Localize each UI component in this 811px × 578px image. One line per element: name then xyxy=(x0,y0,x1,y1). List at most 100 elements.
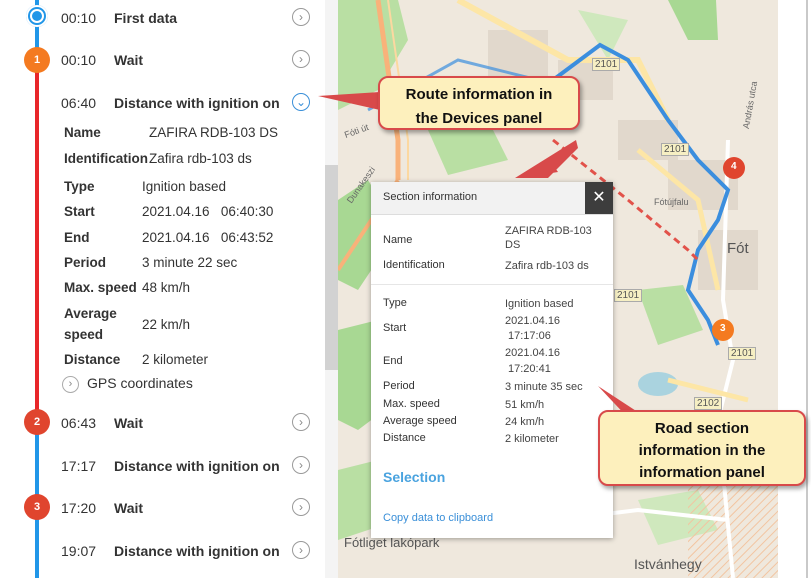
info-name-val: ZAFIRA RDB-103 DS xyxy=(505,225,592,251)
detail-period-key: Period xyxy=(64,255,107,270)
info-avg-val: 24 km/h xyxy=(505,416,545,428)
info-type-val: Ignition based xyxy=(505,298,574,310)
chevron-right-icon[interactable]: › xyxy=(292,541,310,559)
info-end-date: 2021.04.16 xyxy=(505,347,561,359)
chevron-right-icon[interactable]: › xyxy=(292,8,310,26)
panel-scrollbar-thumb[interactable] xyxy=(325,165,338,370)
detail-start-key: Start xyxy=(64,204,95,219)
timeline-row-wait-2[interactable]: 06:43 Wait › xyxy=(0,408,325,438)
info-start-date: 2021.04.16 xyxy=(505,315,561,327)
detail-type-key: Type xyxy=(64,179,95,194)
info-avg-key: Average speed xyxy=(383,415,457,427)
selection-link[interactable]: Selection xyxy=(383,469,445,485)
detail-type-val: Ignition based xyxy=(142,179,227,194)
close-icon[interactable]: ✕ xyxy=(585,182,613,214)
chevron-right-icon[interactable]: › xyxy=(292,456,310,474)
chevron-right-icon[interactable]: › xyxy=(292,413,310,431)
detail-maxspeed-key: Max. speed xyxy=(64,280,137,295)
info-maxspeed-val: 51 km/h xyxy=(505,399,545,411)
callout-line: information in the xyxy=(638,442,766,459)
map-road-label: 2101 xyxy=(614,289,643,302)
chevron-right-icon[interactable]: › xyxy=(292,498,310,516)
info-end-time: 17:20:41 xyxy=(508,363,551,375)
detail-distance-key: Distance xyxy=(64,352,121,367)
callout-line: the Devices panel xyxy=(415,110,543,127)
chevron-right-icon: › xyxy=(62,375,79,393)
info-distance-key: Distance xyxy=(383,432,426,444)
info-title: Section information xyxy=(383,191,478,203)
detail-maxspeed-val: 48 km/h xyxy=(142,280,191,295)
map-place-label: Fót xyxy=(727,240,749,257)
callout-devices-panel: Route information in the Devices panel xyxy=(378,76,580,130)
timeline-row-wait-3[interactable]: 17:20 Wait › xyxy=(0,493,325,523)
row-label: Wait xyxy=(114,415,144,431)
info-separator xyxy=(371,284,613,285)
timeline-row-distance-3[interactable]: 19:07 Distance with ignition on › xyxy=(0,536,325,566)
row-time: 17:17 xyxy=(61,458,97,474)
park-area xyxy=(578,10,628,60)
timeline-row-distance-expanded[interactable]: 06:40 Distance with ignition on ⌄ xyxy=(0,88,325,118)
park-area xyxy=(638,285,703,345)
map-road-label: 2101 xyxy=(592,58,621,71)
chevron-down-icon[interactable]: ⌄ xyxy=(292,93,310,111)
detail-avg-val: 22 km/h xyxy=(142,317,191,332)
timeline-row-distance-2[interactable]: 17:17 Distance with ignition on › xyxy=(0,451,325,481)
info-type-key: Type xyxy=(383,297,407,309)
copy-to-clipboard-link[interactable]: Copy data to clipboard xyxy=(383,512,493,524)
callout-info-panel: Road section information in the informat… xyxy=(598,410,806,486)
info-start-time: 17:17:06 xyxy=(508,330,551,342)
row-time: 00:10 xyxy=(61,10,97,26)
block xyxy=(488,30,548,80)
info-name-key: Name xyxy=(383,234,413,246)
gps-coordinates-toggle[interactable]: › GPS coordinates xyxy=(62,375,193,393)
row-time: 17:20 xyxy=(61,500,97,516)
section-information-panel: Section information ✕ Name ZAFIRA RDB-10… xyxy=(371,182,613,538)
map-place-label: Fótújfalu xyxy=(654,197,689,207)
row-label: Distance with ignition on xyxy=(114,458,280,474)
pond xyxy=(638,372,678,396)
detail-distance-val: 2 kilometer xyxy=(142,352,209,367)
right-divider xyxy=(806,0,808,578)
map-place-label: Istvánhegy xyxy=(634,556,702,572)
detail-end-key: End xyxy=(64,230,90,245)
detail-end-val: 2021.04.16 06:43:52 xyxy=(142,230,274,245)
detail-id-key: Identification xyxy=(64,151,148,166)
detail-avg-key-1: Average xyxy=(64,306,117,321)
timeline-row-first-data[interactable]: 00:10 First data › xyxy=(0,3,325,33)
info-start-key: Start xyxy=(383,322,407,334)
detail-name-key: Name xyxy=(64,125,101,140)
detail-id-val: Zafira rdb-103 ds xyxy=(149,151,252,166)
callout-line: information panel xyxy=(639,464,765,481)
map-road-label: 2101 xyxy=(661,143,690,156)
map-road-label: 2102 xyxy=(694,397,723,410)
detail-name-val: ZAFIRA RDB-103 DS xyxy=(149,125,279,140)
info-maxspeed-key: Max. speed xyxy=(383,398,440,410)
map-marker-4-label[interactable]: 4 xyxy=(731,161,737,172)
chevron-right-icon[interactable]: › xyxy=(292,50,310,68)
callout-line: Route information in xyxy=(405,86,553,103)
park-area xyxy=(668,0,718,40)
info-period-key: Period xyxy=(383,380,415,392)
row-label: Distance with ignition on xyxy=(114,95,280,111)
row-time: 00:10 xyxy=(61,52,97,68)
row-time: 19:07 xyxy=(61,543,97,559)
gps-label: GPS coordinates xyxy=(87,375,193,391)
info-id-val: Zafira rdb-103 ds xyxy=(505,260,589,272)
detail-period-val: 3 minute 22 sec xyxy=(142,255,238,270)
row-label: Wait xyxy=(114,52,144,68)
devices-panel: 00:10 First data › 1 00:10 Wait › 06:40 … xyxy=(0,0,338,578)
detail-avg-key-2: speed xyxy=(64,327,104,342)
info-period-val: 3 minute 35 sec xyxy=(505,381,583,393)
row-time: 06:43 xyxy=(61,415,97,431)
row-label: Wait xyxy=(114,500,144,516)
row-label: Distance with ignition on xyxy=(114,543,280,559)
timeline-row-wait-1[interactable]: 00:10 Wait › xyxy=(0,45,325,75)
row-time: 06:40 xyxy=(61,95,97,111)
info-distance-val: 2 kilometer xyxy=(505,433,559,445)
info-end-key: End xyxy=(383,355,403,367)
map-road-label: 2101 xyxy=(728,347,757,360)
callout-line: Road section xyxy=(654,420,750,437)
map-marker-3-label[interactable]: 3 xyxy=(720,323,726,334)
row-label: First data xyxy=(114,10,178,26)
info-id-key: Identification xyxy=(383,259,445,271)
